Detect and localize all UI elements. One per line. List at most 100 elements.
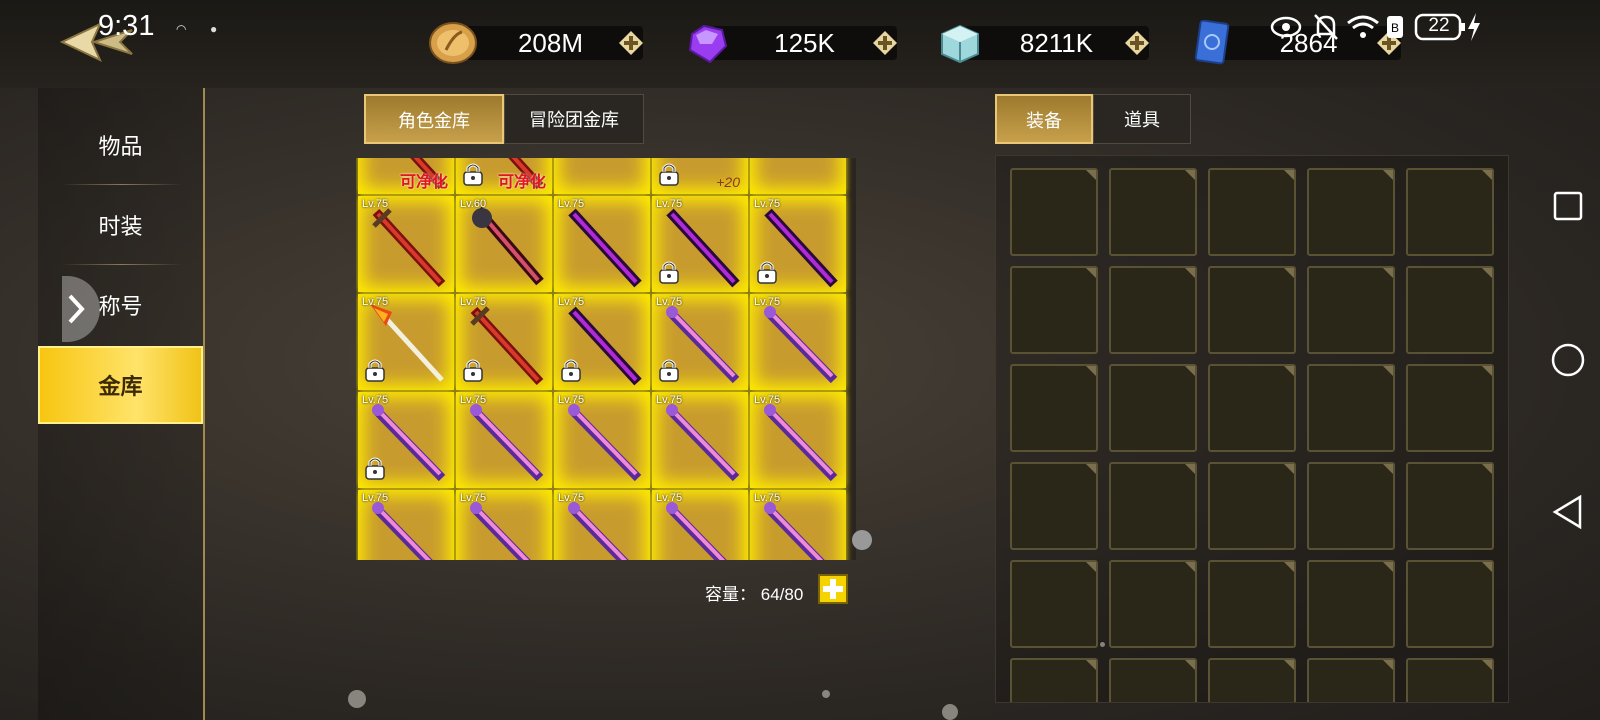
item-level: Lv.75	[460, 296, 487, 308]
inventory-slot[interactable]	[1109, 560, 1197, 648]
inventory-slot[interactable]	[1109, 168, 1197, 256]
lock-icon	[463, 359, 483, 382]
tab-adventure-vault[interactable]: 冒险团金库	[504, 94, 644, 144]
vault-item-slot[interactable]: Lv.75	[652, 490, 748, 560]
back-nav-icon[interactable]	[1552, 494, 1584, 530]
inventory-slot[interactable]	[1208, 560, 1296, 648]
vault-item-slot[interactable]: Lv.75	[358, 294, 454, 390]
decor-dot	[942, 704, 958, 720]
inventory-slot[interactable]	[1208, 658, 1296, 702]
app-status-icon: ●	[210, 22, 218, 36]
inventory-slot[interactable]	[1010, 462, 1098, 550]
decor-dot	[822, 690, 830, 698]
sidebar-item-vault[interactable]: 金库	[38, 346, 203, 424]
inventory-slot[interactable]	[1010, 266, 1098, 354]
vault-item-slot[interactable]: Lv.75	[554, 490, 650, 560]
lock-icon	[757, 261, 777, 284]
vault-item-slot[interactable]: Lv.75	[750, 196, 846, 292]
item-level: Lv.75	[558, 394, 585, 406]
recent-apps-icon[interactable]	[1552, 190, 1584, 222]
inventory-slot[interactable]	[1406, 364, 1494, 452]
add-cube-button[interactable]	[1124, 30, 1150, 56]
tab-character-vault[interactable]: 角色金库	[364, 94, 504, 144]
vault-item-slot[interactable]	[750, 158, 846, 194]
inventory-slot[interactable]	[1307, 560, 1395, 648]
inventory-slot[interactable]	[1307, 168, 1395, 256]
ice-cube-icon	[941, 24, 979, 64]
inventory-slot[interactable]	[1406, 560, 1494, 648]
vault-item-slot[interactable]: Lv.75	[554, 196, 650, 292]
svg-text:B: B	[1391, 21, 1399, 35]
decor-dot	[1100, 642, 1105, 647]
vault-item-slot[interactable]: Lv.75	[750, 490, 846, 560]
wifi-icon	[1347, 15, 1379, 38]
inventory-slot[interactable]	[1406, 168, 1494, 256]
vault-item-slot[interactable]: Lv.75	[652, 392, 748, 488]
vault-item-slot[interactable]: 可净化	[358, 158, 454, 194]
vault-item-slot[interactable]	[554, 158, 650, 194]
tab-consumables[interactable]: 道具	[1093, 94, 1191, 144]
inventory-slot[interactable]	[1010, 560, 1098, 648]
vault-item-slot[interactable]: Lv.75	[652, 196, 748, 292]
currency-gem: 125K	[682, 24, 912, 64]
capacity-text: 容量： 64/80	[705, 580, 803, 605]
inventory-slot[interactable]	[1307, 266, 1395, 354]
vault-item-slot[interactable]: Lv.75	[750, 392, 846, 488]
pink-blade-icon	[764, 306, 838, 384]
item-level: Lv.75	[754, 198, 781, 210]
vault-item-slot[interactable]: Lv.75	[456, 490, 552, 560]
expand-capacity-button[interactable]	[818, 574, 848, 604]
inventory-slot[interactable]	[1109, 658, 1197, 702]
lock-icon	[463, 163, 483, 186]
mute-bell-icon	[1314, 14, 1338, 40]
inventory-slot[interactable]	[1208, 168, 1296, 256]
inventory-slot[interactable]	[1406, 658, 1494, 702]
tab-equipment[interactable]: 装备	[995, 94, 1093, 144]
sidebar-item-fashion[interactable]: 时装	[38, 188, 203, 266]
inventory-slot[interactable]	[1208, 462, 1296, 550]
currency-gold-value: 208M	[517, 28, 584, 58]
vault-item-slot[interactable]: Lv.75	[554, 392, 650, 488]
vault-item-slot[interactable]: Lv.75	[358, 392, 454, 488]
white-bow-icon	[750, 158, 846, 194]
vault-item-slot[interactable]: Lv.75	[456, 392, 552, 488]
lock-icon	[659, 163, 679, 186]
inventory-slot[interactable]	[1010, 168, 1098, 256]
vault-item-slot[interactable]: Lv.75	[358, 196, 454, 292]
charging-icon	[1468, 13, 1480, 41]
vault-item-slot[interactable]: 可净化	[456, 158, 552, 194]
home-icon[interactable]	[1550, 342, 1586, 378]
inventory-slot[interactable]	[1208, 364, 1296, 452]
inventory-slot[interactable]	[1307, 462, 1395, 550]
lock-icon	[561, 359, 581, 382]
add-gem-button[interactable]	[872, 30, 898, 56]
inventory-slot[interactable]	[1406, 266, 1494, 354]
vault-item-slot[interactable]: Lv.75	[554, 294, 650, 390]
notification-icon: ◠	[176, 22, 187, 36]
capacity-value: 64/80	[760, 585, 804, 604]
vault-item-slot[interactable]: Lv.75	[358, 490, 454, 560]
expand-panel-button[interactable]	[62, 276, 100, 342]
inventory-slot[interactable]	[1307, 364, 1395, 452]
add-gold-button[interactable]	[618, 30, 644, 56]
vault-item-slot[interactable]: Lv.75	[652, 294, 748, 390]
inventory-slot[interactable]	[1109, 462, 1197, 550]
vault-item-slot[interactable]: Lv.60	[456, 196, 552, 292]
item-level: Lv.75	[460, 492, 487, 504]
inventory-slot[interactable]	[1010, 364, 1098, 452]
dark-sword-icon	[554, 158, 650, 194]
vault-item-slot[interactable]: Lv.75	[750, 294, 846, 390]
item-level: Lv.75	[754, 492, 781, 504]
inventory-slot[interactable]	[1010, 658, 1098, 702]
inventory-slot[interactable]	[1208, 266, 1296, 354]
inventory-slot[interactable]	[1406, 462, 1494, 550]
pink-blade-icon	[470, 404, 544, 482]
vault-item-slot[interactable]: +20	[652, 158, 748, 194]
sidebar-item-items[interactable]: 物品	[38, 108, 203, 186]
inventory-slot[interactable]	[1109, 364, 1197, 452]
vault-item-slot[interactable]: Lv.75	[456, 294, 552, 390]
plus-icon	[823, 579, 843, 599]
inventory-slot[interactable]	[1307, 658, 1395, 702]
vault-scrollbar[interactable]	[852, 530, 872, 550]
inventory-slot[interactable]	[1109, 266, 1197, 354]
